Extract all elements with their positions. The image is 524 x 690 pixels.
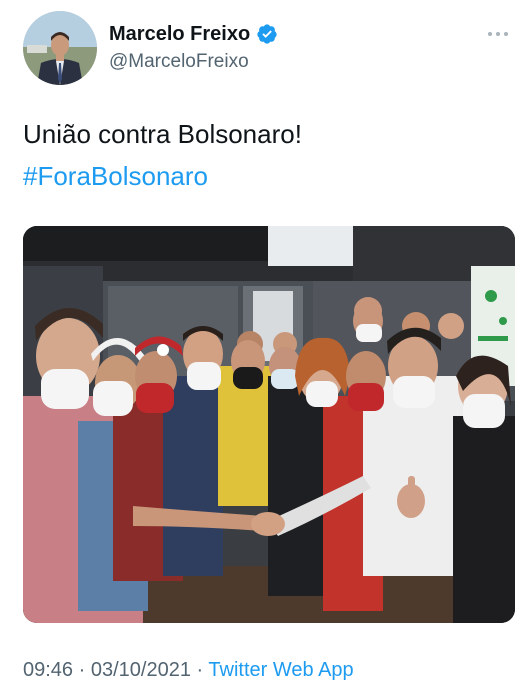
meta-separator: · xyxy=(196,659,204,681)
author-display-name[interactable]: Marcelo Freixo xyxy=(109,22,250,46)
author-name-row: Marcelo Freixo xyxy=(109,22,278,46)
tweet-time[interactable]: 09:46 xyxy=(23,659,73,681)
author-handle[interactable]: @MarceloFreixo xyxy=(109,51,249,73)
avatar-photo xyxy=(23,11,97,85)
tweet-source-link[interactable]: Twitter Web App xyxy=(208,659,353,681)
dot xyxy=(504,32,508,36)
group-photo-image xyxy=(23,226,515,623)
tweet-text: União contra Bolsonaro! xyxy=(23,119,302,149)
tweet-meta: 09:46 · 03/10/2021 · Twitter Web App xyxy=(23,657,354,683)
meta-separator: · xyxy=(78,659,86,681)
tweet-media-photo[interactable] xyxy=(23,226,515,623)
author-avatar[interactable] xyxy=(23,11,97,85)
dot xyxy=(496,32,500,36)
hashtag-link[interactable]: #ForaBolsonaro xyxy=(23,157,208,195)
more-options-icon[interactable] xyxy=(488,29,514,39)
verified-badge-icon xyxy=(257,24,277,44)
dot xyxy=(488,32,492,36)
tweet-card: Marcelo Freixo @MarceloFreixo União cont… xyxy=(0,0,524,690)
tweet-date[interactable]: 03/10/2021 xyxy=(91,659,191,681)
